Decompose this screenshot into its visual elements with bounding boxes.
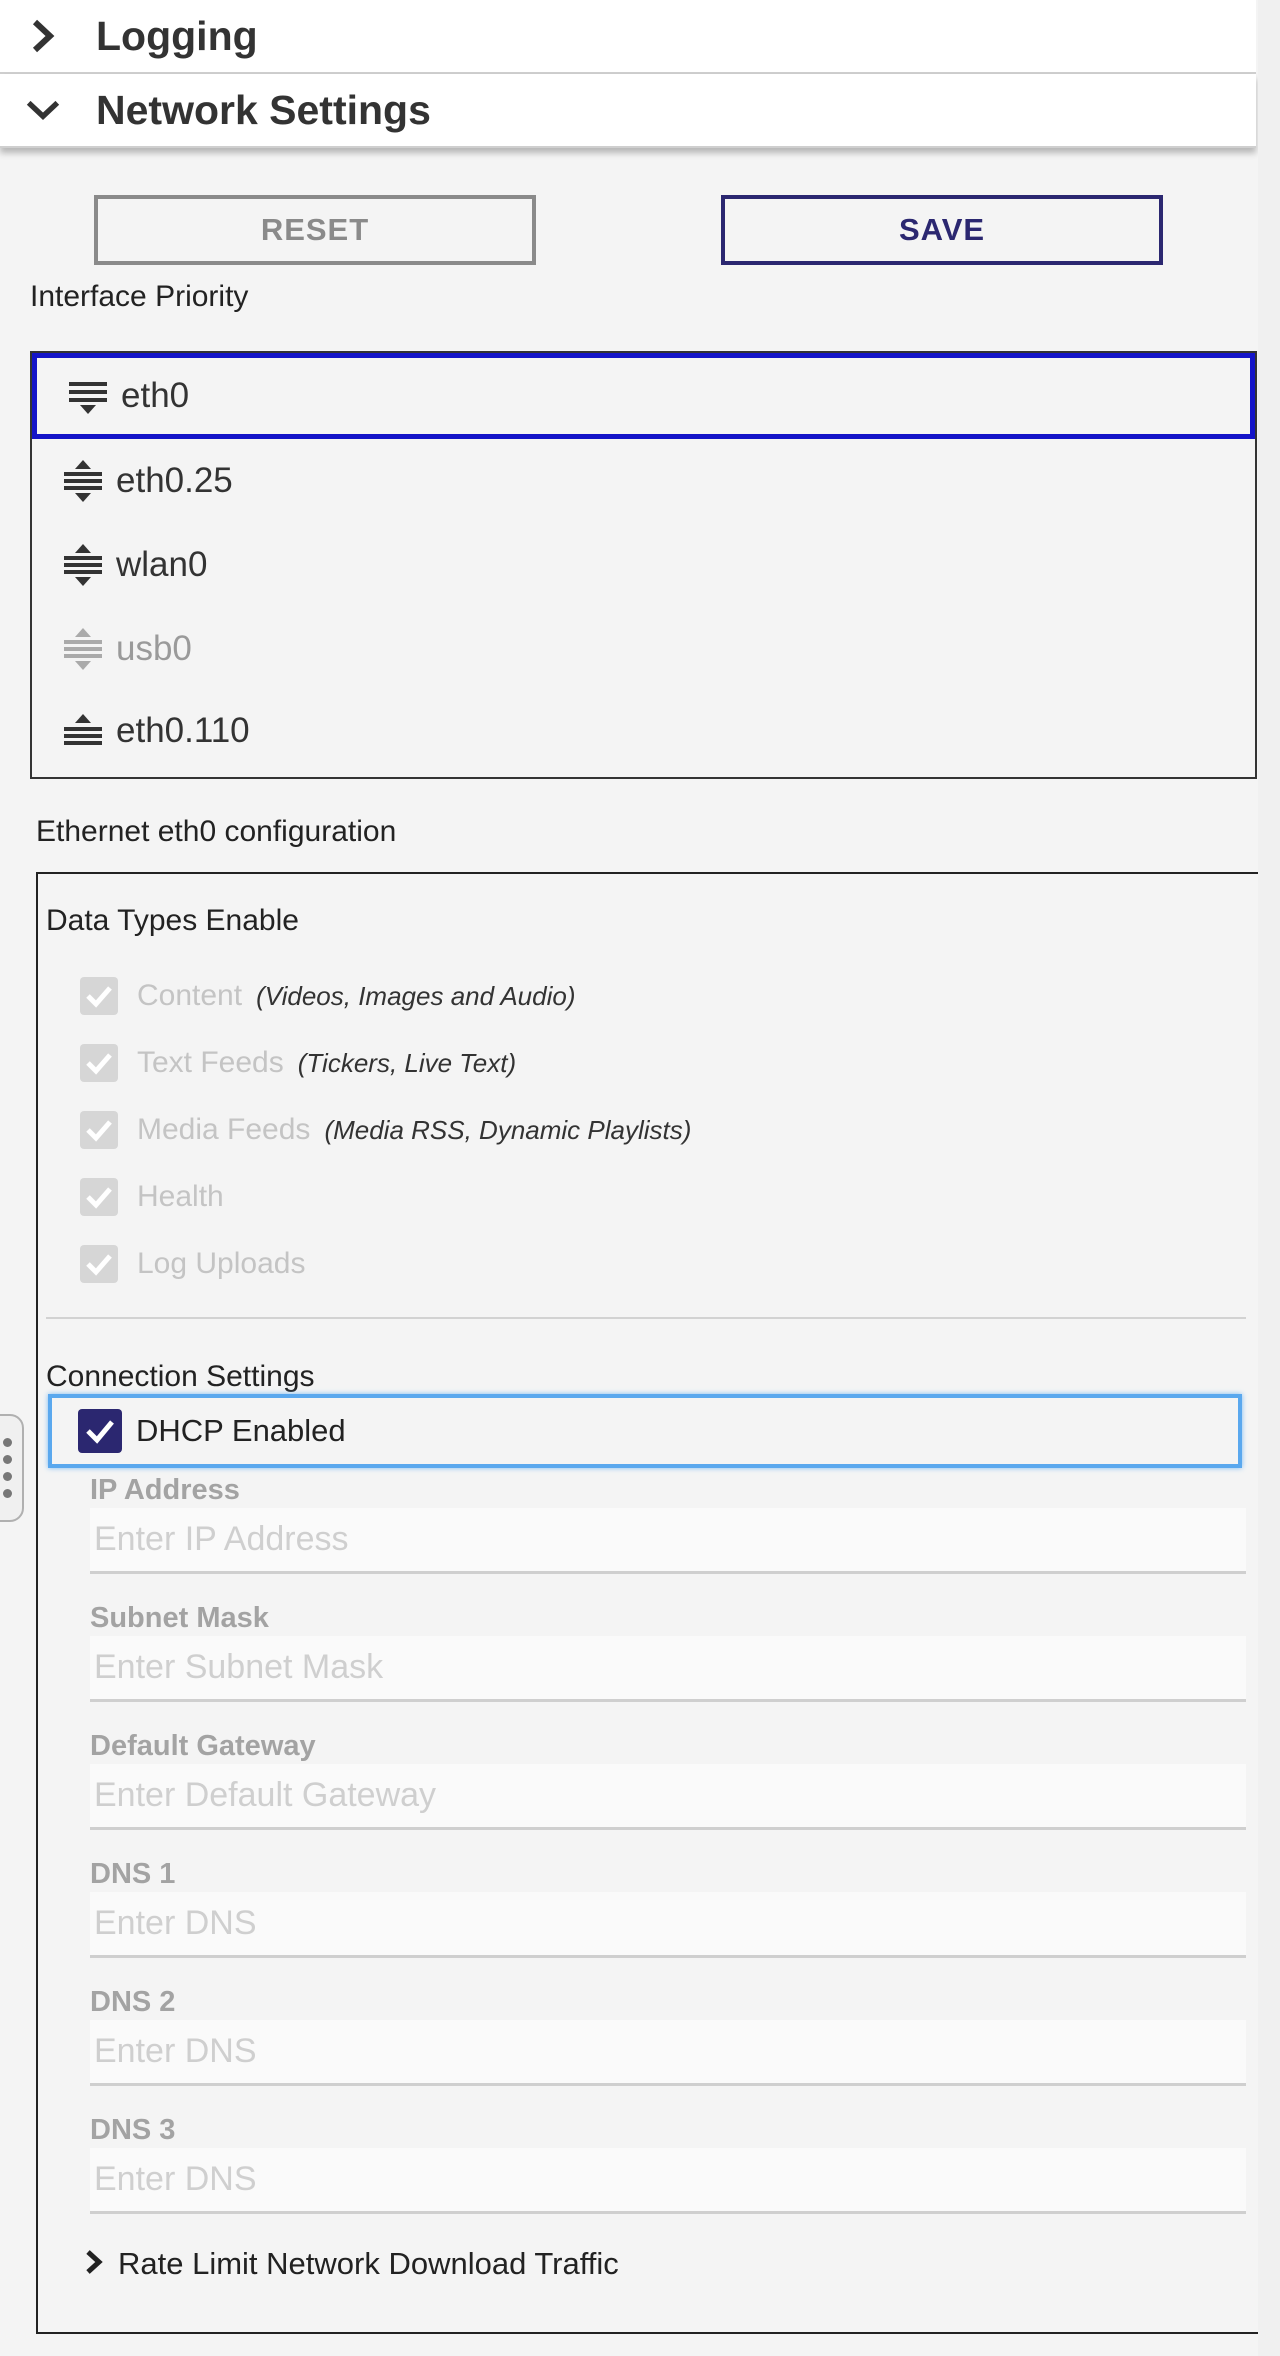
divider xyxy=(46,1317,1246,1319)
dns2-label: DNS 2 xyxy=(90,1986,176,2018)
data-type-label: Text Feeds xyxy=(137,1046,284,1079)
interface-priority-label: Interface Priority xyxy=(30,280,249,313)
priority-item-wlan0[interactable]: wlan0 xyxy=(32,523,1255,607)
subnet-mask-input[interactable] xyxy=(90,1636,1246,1702)
priority-item-usb0[interactable]: usb0 xyxy=(32,607,1255,691)
section-header-network-settings[interactable]: Network Settings xyxy=(0,74,1256,148)
priority-item-label: usb0 xyxy=(116,629,192,668)
section-title-logging: Logging xyxy=(96,12,258,59)
data-type-label: Health xyxy=(137,1180,224,1213)
dns2-input[interactable] xyxy=(90,2020,1246,2086)
dhcp-enabled-label: DHCP Enabled xyxy=(136,1413,346,1448)
drag-handle-icon[interactable] xyxy=(62,543,106,587)
handle-dot xyxy=(2,1455,12,1464)
priority-item-label: eth0.110 xyxy=(116,711,250,750)
data-types-title: Data Types Enable xyxy=(46,904,299,937)
chevron-right-icon xyxy=(84,2249,104,2280)
data-type-hint: (Videos, Images and Audio) xyxy=(256,980,576,1011)
dns3-input[interactable] xyxy=(90,2148,1246,2214)
data-type-health[interactable]: Health xyxy=(80,1172,238,1222)
data-type-hint: (Tickers, Live Text) xyxy=(297,1047,517,1078)
chevron-right-icon xyxy=(26,19,60,53)
data-type-hint: (Media RSS, Dynamic Playlists) xyxy=(324,1114,692,1145)
reset-button[interactable]: RESET xyxy=(94,195,536,265)
handle-dot xyxy=(2,1472,12,1481)
priority-item-eth0-110[interactable]: eth0.110 xyxy=(32,689,1255,773)
data-type-text-feeds[interactable]: Text Feeds (Tickers, Live Text) xyxy=(80,1038,516,1088)
data-type-media-feeds[interactable]: Media Feeds (Media RSS, Dynamic Playlist… xyxy=(80,1105,691,1155)
ethernet-config-panel: Data Types Enable Content (Videos, Image… xyxy=(36,872,1261,2334)
checkbox-checked-icon[interactable] xyxy=(80,1178,118,1216)
rate-limit-label: Rate Limit Network Download Traffic xyxy=(118,2246,619,2281)
scrollbar[interactable] xyxy=(1258,0,1280,2356)
ip-address-label: IP Address xyxy=(90,1474,240,1506)
checkbox-checked-icon[interactable] xyxy=(78,1409,122,1453)
checkbox-checked-icon[interactable] xyxy=(80,977,118,1015)
checkbox-checked-icon[interactable] xyxy=(80,1111,118,1149)
connection-settings-title: Connection Settings xyxy=(46,1360,315,1393)
data-type-label: Content xyxy=(137,979,243,1012)
priority-item-label: wlan0 xyxy=(116,545,208,584)
data-type-log-uploads[interactable]: Log Uploads xyxy=(80,1239,319,1289)
priority-item-eth0[interactable]: eth0 xyxy=(32,353,1255,439)
drag-handle-icon[interactable] xyxy=(62,627,106,671)
dns1-input[interactable] xyxy=(90,1892,1246,1958)
ethernet-config-title: Ethernet eth0 configuration xyxy=(36,815,397,848)
chevron-down-icon xyxy=(26,93,60,127)
default-gateway-input[interactable] xyxy=(90,1764,1246,1830)
dhcp-enabled-row[interactable]: DHCP Enabled xyxy=(48,1394,1242,1468)
section-header-logging[interactable]: Logging xyxy=(0,0,1256,74)
default-gateway-label: Default Gateway xyxy=(90,1730,316,1762)
priority-item-label: eth0.25 xyxy=(116,461,233,500)
dns1-label: DNS 1 xyxy=(90,1858,176,1890)
save-button[interactable]: SAVE xyxy=(721,195,1163,265)
data-type-content[interactable]: Content (Videos, Images and Audio) xyxy=(80,971,576,1021)
interface-priority-list: eth0 eth0.25 wlan0 usb0 eth0.110 xyxy=(30,351,1257,779)
subnet-mask-label: Subnet Mask xyxy=(90,1602,269,1634)
side-panel-handle[interactable] xyxy=(0,1414,24,1522)
drag-handle-icon[interactable] xyxy=(62,459,106,503)
drag-handle-icon[interactable] xyxy=(67,374,111,418)
rate-limit-toggle[interactable]: Rate Limit Network Download Traffic xyxy=(84,2244,619,2284)
priority-item-eth0-25[interactable]: eth0.25 xyxy=(32,439,1255,523)
priority-item-label: eth0 xyxy=(121,376,190,415)
handle-dot xyxy=(2,1489,12,1498)
checkbox-checked-icon[interactable] xyxy=(80,1044,118,1082)
handle-dot xyxy=(2,1438,12,1447)
data-type-label: Media Feeds xyxy=(137,1113,311,1146)
section-title-network-settings: Network Settings xyxy=(96,86,431,133)
dns3-label: DNS 3 xyxy=(90,2114,176,2146)
ip-address-input[interactable] xyxy=(90,1508,1246,1574)
drag-handle-icon[interactable] xyxy=(62,709,106,753)
checkbox-checked-icon[interactable] xyxy=(80,1245,118,1283)
data-type-label: Log Uploads xyxy=(137,1247,306,1280)
